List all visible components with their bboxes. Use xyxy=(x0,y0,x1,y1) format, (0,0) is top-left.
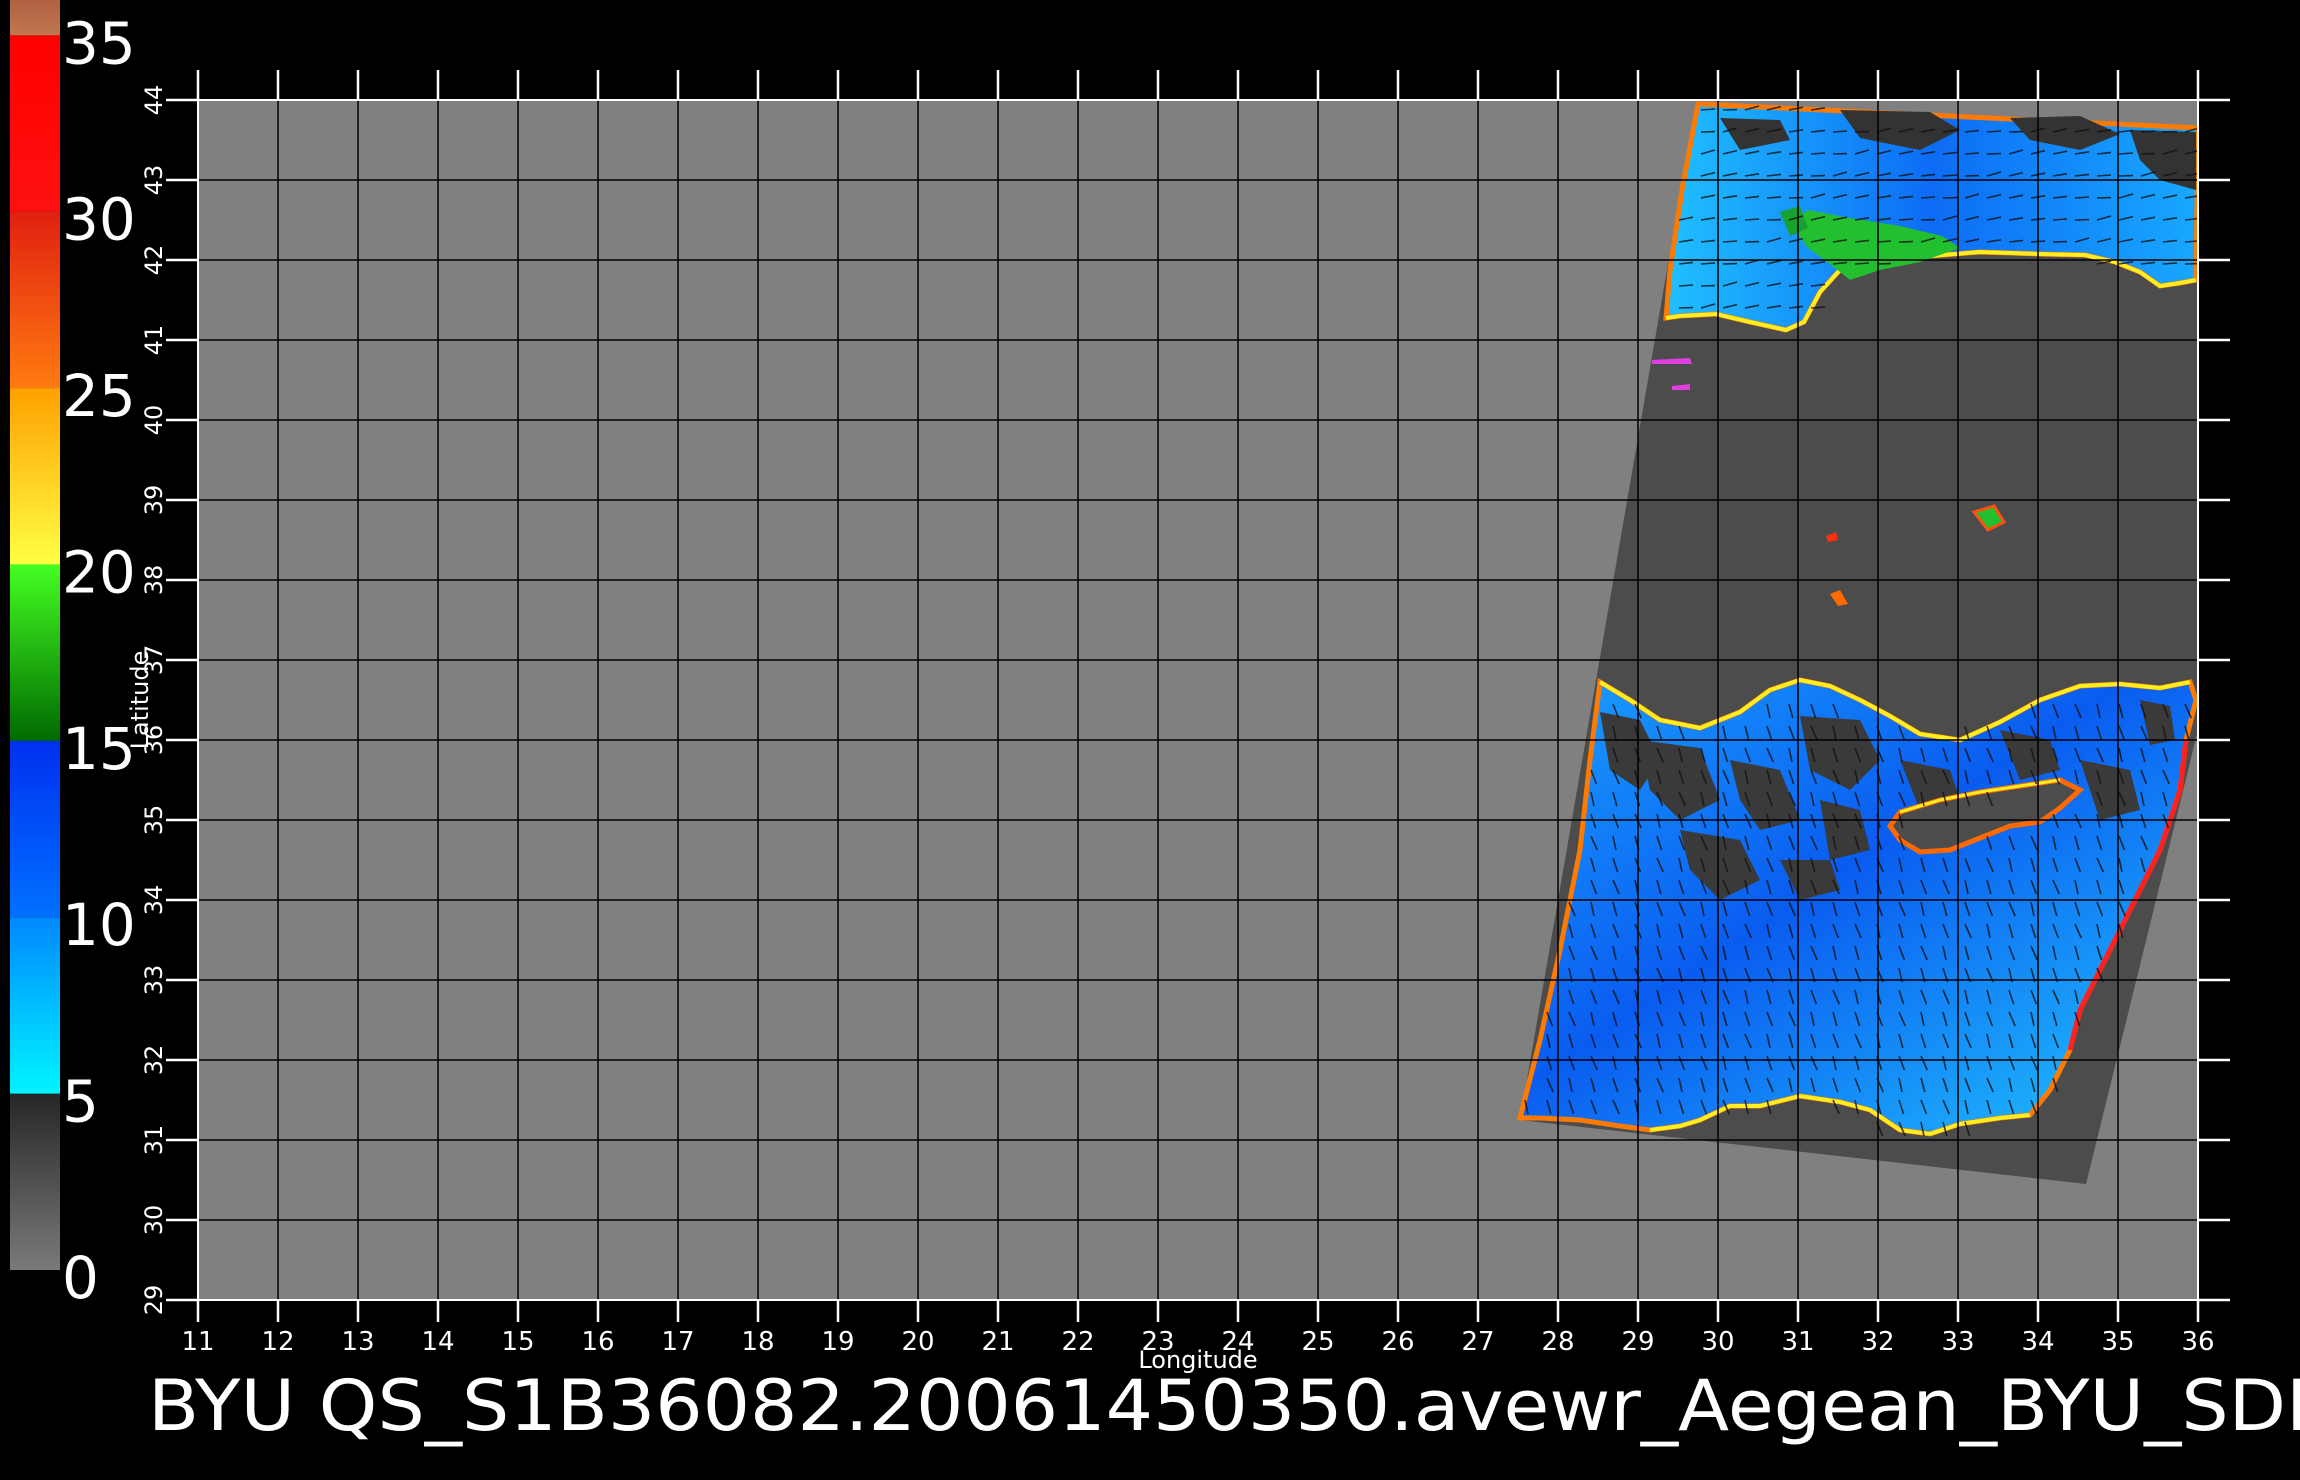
colorbar-label: 10 xyxy=(62,891,136,959)
wind-vector xyxy=(2184,240,2198,243)
colorbar-band xyxy=(10,0,60,36)
lat-tick-label: 31 xyxy=(140,1125,168,1156)
map-plot: 11 12 13 14 15 16 17 18 19 20 21 22 23 24 25 26 27 28 29 30… xyxy=(126,70,2230,1374)
lon-tick-label: 29 xyxy=(1621,1327,1654,1357)
lat-tick-label: 43 xyxy=(140,165,168,196)
colorbar-label: 5 xyxy=(62,1068,99,1136)
colorbar-label: 35 xyxy=(62,9,136,77)
lon-tick-label: 12 xyxy=(261,1327,294,1357)
wind-vector xyxy=(1788,174,1804,177)
lon-tick-label: 22 xyxy=(1061,1327,1094,1357)
wind-vector xyxy=(1920,196,1936,199)
lat-tick-label: 42 xyxy=(140,245,168,276)
lon-tick-label: 32 xyxy=(1861,1327,1894,1357)
wind-vector xyxy=(2140,130,2156,133)
wind-vector xyxy=(2162,262,2178,265)
wind-vector xyxy=(1810,152,1826,155)
lon-tick-label: 35 xyxy=(2101,1327,2134,1357)
lon-tick-label: 33 xyxy=(1941,1327,1974,1357)
wind-map-figure: 35 30 25 20 15 10 5 0 11 12 13 14 15 16 17 18 1… xyxy=(10,0,2300,1447)
wind-vector xyxy=(1744,218,1760,221)
lat-tick-label: 38 xyxy=(140,565,168,596)
colorbar-band xyxy=(10,564,60,741)
wind-vector xyxy=(1700,262,1716,265)
wind-vector xyxy=(1898,218,1914,221)
lat-tick-label: 29 xyxy=(140,1285,168,1316)
lat-tick-label: 30 xyxy=(140,1205,168,1236)
colorbar-label: 25 xyxy=(62,362,136,430)
lon-tick-label: 28 xyxy=(1541,1327,1574,1357)
wind-vector xyxy=(1722,240,1738,243)
lon-tick-label: 20 xyxy=(901,1327,934,1357)
colorbar-band xyxy=(10,917,60,1094)
lon-tick-label: 19 xyxy=(821,1327,854,1357)
lon-tick-label: 25 xyxy=(1301,1327,1334,1357)
wind-vector xyxy=(1854,262,1870,265)
colorbar-label: 20 xyxy=(62,538,136,606)
lon-tick-label: 31 xyxy=(1781,1327,1814,1357)
colorbar-band xyxy=(10,211,60,389)
lat-tick-label: 32 xyxy=(140,1045,168,1076)
lat-tick-label: 39 xyxy=(140,485,168,516)
lat-tick-label: 34 xyxy=(140,885,168,916)
wind-vector xyxy=(1832,130,1848,133)
wind-vector xyxy=(2052,218,2068,221)
lon-tick-label: 13 xyxy=(341,1327,374,1357)
colorbar-label: 15 xyxy=(62,715,136,783)
lat-tick-label: 33 xyxy=(140,965,168,996)
y-axis-label: Latitude xyxy=(126,651,154,750)
figure-caption: BYU QS_S1B36082.20061450350.avewr_Aegean… xyxy=(148,1365,2300,1447)
lat-tick-label: 44 xyxy=(140,85,168,116)
lon-tick-label: 26 xyxy=(1381,1327,1414,1357)
colorbar-label: 30 xyxy=(62,186,136,254)
lon-tick-label: 27 xyxy=(1461,1327,1494,1357)
wind-vector xyxy=(1964,152,1980,155)
wind-vector xyxy=(1876,240,1892,243)
lon-tick-label: 21 xyxy=(981,1327,1014,1357)
wind-vector xyxy=(1942,174,1958,177)
lat-tick-label: 40 xyxy=(140,405,168,436)
wind-vector xyxy=(2074,196,2090,199)
wind-vector xyxy=(2118,152,2134,155)
wind-vector xyxy=(1700,108,1716,111)
colorbar-band xyxy=(10,35,60,212)
lon-tick-label: 14 xyxy=(421,1327,454,1357)
lon-tick-label: 17 xyxy=(661,1327,694,1357)
wind-vector xyxy=(1766,196,1782,199)
colorbar: 35 30 25 20 15 10 5 0 xyxy=(10,0,136,1312)
lat-tick-label: 41 xyxy=(140,325,168,356)
lon-tick-label: 34 xyxy=(2021,1327,2054,1357)
lat-tick-label: 35 xyxy=(140,805,168,836)
wind-vector xyxy=(2096,174,2112,177)
colorbar-band xyxy=(10,388,60,565)
wind-vector xyxy=(1986,130,2002,133)
wind-vector xyxy=(1678,284,1694,287)
lon-tick-label: 18 xyxy=(741,1327,774,1357)
wind-vector xyxy=(1810,306,1826,309)
lon-tick-label: 30 xyxy=(1701,1327,1734,1357)
lon-tick-label: 11 xyxy=(181,1327,214,1357)
lon-tick-label: 36 xyxy=(2181,1327,2214,1357)
lon-tick-label: 16 xyxy=(581,1327,614,1357)
colorbar-label: 0 xyxy=(62,1244,99,1312)
colorbar-band xyxy=(10,740,60,918)
lon-tick-label: 15 xyxy=(501,1327,534,1357)
colorbar-band xyxy=(10,1093,60,1270)
